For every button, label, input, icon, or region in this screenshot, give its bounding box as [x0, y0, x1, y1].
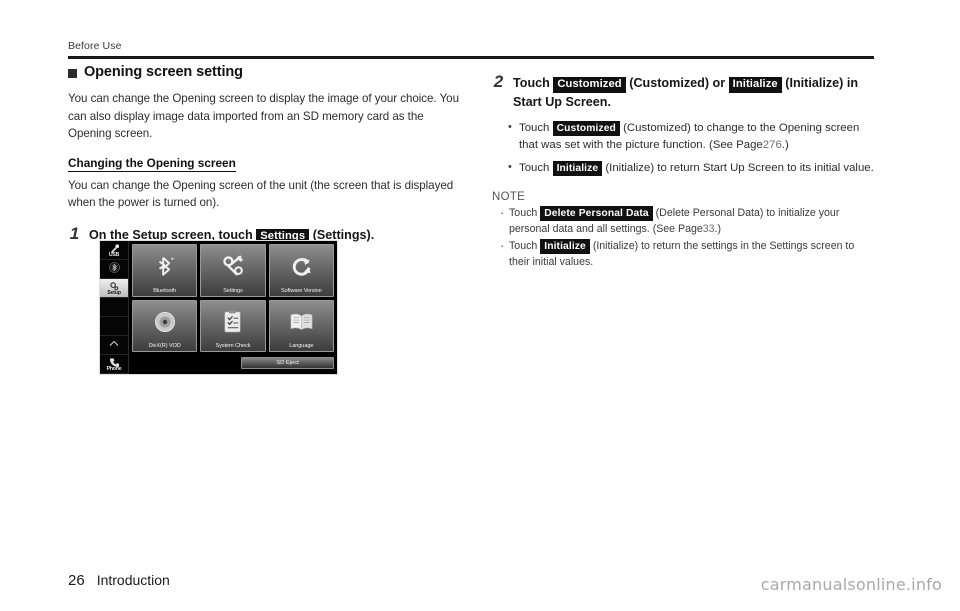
sidebar-item-blank-2[interactable] [100, 317, 128, 336]
list-item: Touch Initialize (Initialize) to return … [508, 159, 877, 177]
customized-key-label: Customized [552, 121, 620, 136]
open-book-icon [270, 301, 333, 344]
step-2-text: Touch Customized (Customized) or Initial… [513, 74, 877, 112]
intro-paragraph: You can change the Opening screen to dis… [68, 92, 459, 141]
refresh-arrows-icon [270, 245, 333, 288]
setup-screen-figure: USB Setup Phone Bluetooth Settings Softw… [99, 240, 338, 375]
customized-key-label: Customized [553, 77, 626, 93]
note-block: NOTE Touch Delete Personal Data (Delete … [492, 191, 877, 270]
setup-tile-software-version-label: Software Version [280, 287, 322, 294]
bullet-2-text-2: (Initialize) to return Start Up Screen t… [605, 161, 874, 174]
delete-personal-data-key-label: Delete Personal Data [540, 206, 653, 222]
list-item: Touch Delete Personal Data (Delete Perso… [499, 205, 877, 237]
setup-tile-system-check[interactable]: System Check [200, 299, 266, 352]
step-1-number: 1 [69, 223, 80, 243]
setup-tile-settings-label: Settings [223, 287, 243, 294]
setup-tile-software-version[interactable]: Software Version [268, 244, 334, 297]
setup-tile-settings[interactable]: Settings [200, 244, 266, 297]
setup-tile-system-check-label: System Check [215, 343, 251, 349]
sidebar-item-bluetooth[interactable] [100, 260, 128, 279]
note-2-text-1: Touch [509, 240, 538, 253]
setup-tile-language[interactable]: Language [268, 299, 334, 352]
initialize-key-label: Initialize [728, 77, 782, 93]
bullet-1-text-1: Touch [519, 122, 550, 134]
sidebar-item-phone-label: Phone [106, 366, 122, 372]
sd-eject-button[interactable]: SD Eject [241, 357, 334, 369]
right-column: 2 Touch Customized (Customized) or Initi… [492, 60, 877, 272]
note-1-text-3: .) [714, 222, 722, 235]
left-column: Opening screen setting You can change th… [68, 64, 468, 245]
setup-eject-row: SD Eject [132, 355, 334, 371]
footer-section-label: Introduction [96, 572, 170, 588]
sidebar-item-phone[interactable]: Phone [100, 355, 128, 374]
running-head: Before Use [68, 40, 122, 52]
list-item: Touch Initialize (Initialize) to return … [499, 238, 877, 270]
sub-heading: Changing the Opening screen [68, 155, 236, 172]
disc-icon [133, 301, 196, 344]
page-header: Before Use [68, 40, 874, 59]
wrench-gear-icon [201, 245, 264, 288]
bluetooth-icon [108, 261, 120, 273]
page-reference: 276 [762, 139, 782, 152]
setup-tile-row-2: DivX(R) VOD System Check Language [132, 299, 334, 352]
sidebar-item-usb-label: USB [108, 252, 120, 258]
page-number: 26 [68, 572, 85, 589]
initialize-key-label: Initialize [540, 239, 590, 255]
step-2-number: 2 [493, 72, 504, 91]
setup-tile-language-label: Language [289, 343, 314, 349]
initialize-key-label: Initialize [552, 160, 603, 176]
setup-tile-bluetooth[interactable]: Bluetooth [132, 244, 198, 297]
page-footer: 26 Introduction [68, 572, 170, 589]
step-2-text-2: (Customized) or [629, 76, 726, 90]
setup-tile-bluetooth-label: Bluetooth [153, 287, 177, 294]
sidebar-item-blank-1[interactable] [100, 298, 128, 317]
bullet-1-text-3: .) [781, 139, 789, 152]
header-rule [68, 56, 874, 59]
sidebar-item-setup-label: Setup [107, 290, 121, 296]
watermark: carmanualsonline.info [760, 575, 942, 594]
bluetooth-icon [133, 245, 196, 288]
sidebar-item-usb[interactable]: USB [100, 241, 128, 260]
sidebar-item-setup[interactable]: Setup [100, 279, 128, 298]
note-1-text-1: Touch [509, 207, 538, 220]
setup-sidebar: USB Setup Phone [100, 241, 129, 374]
setup-tile-divx-vod[interactable]: DivX(R) VOD [132, 299, 198, 352]
setup-tile-grid: Bluetooth Settings Software Version DivX… [129, 241, 337, 374]
step-2: 2 Touch Customized (Customized) or Initi… [492, 72, 877, 112]
setup-tile-row-1: Bluetooth Settings Software Version [132, 244, 334, 297]
sub-paragraph: You can change the Opening screen of the… [68, 178, 454, 210]
section-heading-label: Opening screen setting [84, 64, 243, 80]
bullet-2-text-1: Touch [519, 161, 550, 174]
square-bullet-icon [68, 68, 77, 78]
clipboard-check-icon [201, 301, 264, 344]
step-2-bullet-list: Touch Customized (Customized) to change … [508, 119, 877, 177]
chevron-up-icon [109, 340, 119, 347]
setup-tile-divx-vod-label: DivX(R) VOD [148, 343, 181, 349]
section-heading: Opening screen setting [68, 64, 468, 80]
note-list: Touch Delete Personal Data (Delete Perso… [499, 205, 877, 270]
step-2-text-1: Touch [513, 76, 550, 90]
note-title: NOTE [492, 191, 526, 204]
page-reference: 33 [702, 222, 715, 235]
sidebar-item-scroll-up[interactable] [100, 336, 128, 355]
list-item: Touch Customized (Customized) to change … [508, 119, 877, 155]
